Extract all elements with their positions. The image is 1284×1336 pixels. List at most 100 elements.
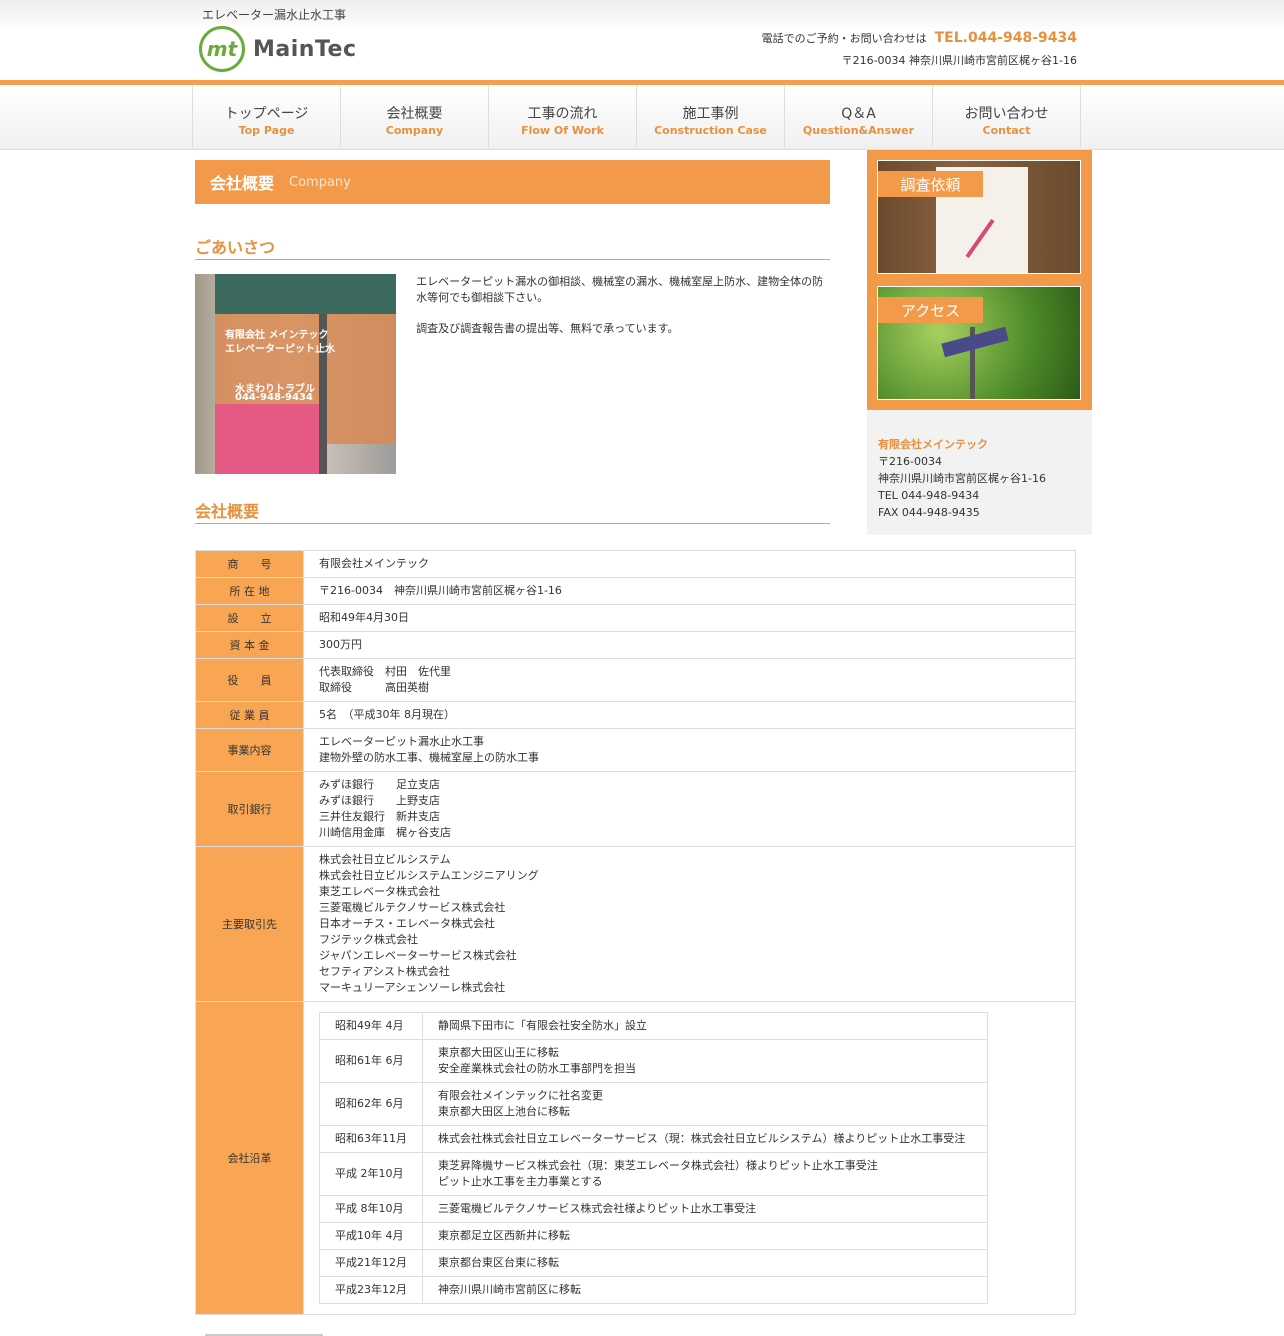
photo-sign-text: 有限会社 メインテック xyxy=(225,330,329,341)
history-line: 東京都大田区上池台に移転 xyxy=(438,1105,570,1118)
client-line: 株式会社日立ビルシステム xyxy=(319,853,451,866)
site-tagline: エレベーター漏水止水工事 xyxy=(202,8,347,22)
sidebar-fax: FAX 044-948-9435 xyxy=(878,506,980,519)
bank-line: 三井住友銀行 新井支店 xyxy=(319,810,440,823)
nav-item-contact[interactable]: お問い合わせ Contact xyxy=(933,85,1081,147)
nav-item-qa[interactable]: Q＆A Question&Answer xyxy=(785,85,933,147)
profile-section: 会社概要 xyxy=(195,498,830,524)
page-title-en: Company xyxy=(289,174,351,190)
row-value: 〒216-0034 神奈川県川崎市宮前区梶ヶ谷1-16 xyxy=(303,577,1076,605)
history-row: 昭和63年11月 株式会社株式会社日立エレベーターサービス（現：株式会社日立ビルシ… xyxy=(319,1125,988,1153)
profile-heading: 会社概要 xyxy=(195,498,830,524)
table-row: 取引銀行 みずほ銀行 足立支店 みずほ銀行 上野支店 三井住友銀行 新井支店 川… xyxy=(195,771,1076,847)
nav-label-jp: トップページ xyxy=(224,106,309,122)
row-value: 株式会社日立ビルシステム 株式会社日立ビルシステムエンジニアリング 東芝エレベー… xyxy=(303,846,1076,1002)
bank-line: 川崎信用金庫 梶ヶ谷支店 xyxy=(319,826,451,839)
client-line: 東芝エレベータ株式会社 xyxy=(319,885,440,898)
sidebar: 調査依頼 アクセス 有限会社メインテック 〒216-0034 神奈川県川崎市宮前… xyxy=(867,150,1092,535)
sidebar-company-name: 有限会社メインテック xyxy=(878,438,988,451)
client-line: 三菱電機ビルテクノサービス株式会社 xyxy=(319,901,506,914)
sidebar-address: 神奈川県川崎市宮前区梶ヶ谷1-16 xyxy=(878,472,1046,485)
site-logo[interactable]: mt MainTec xyxy=(199,26,357,72)
table-row: 設 立 昭和49年4月30日 xyxy=(195,604,1076,632)
client-line: マーキュリーアシェンソーレ株式会社 xyxy=(319,981,506,994)
history-line: 株式会社株式会社日立エレベーターサービス（現：株式会社日立ビルシステム）様よりピ… xyxy=(438,1132,966,1145)
history-desc: 株式会社株式会社日立エレベーターサービス（現：株式会社日立ビルシステム）様よりピ… xyxy=(422,1125,988,1153)
history-line: 静岡県下田市に「有限会社安全防水」設立 xyxy=(438,1019,647,1032)
storefront-photo: 有限会社 メインテック エレベーターピット止水 水まわりトラブル 044-948… xyxy=(195,274,397,474)
sidebar-tel: TEL 044-948-9434 xyxy=(878,489,980,502)
history-row: 平成21年12月 東京都台東区台東に移転 xyxy=(319,1249,988,1277)
client-line: 日本オーチス・エレベータ株式会社 xyxy=(319,917,495,930)
row-value: 5名 （平成30年 8月現在） xyxy=(303,701,1076,729)
nav-item-flow[interactable]: 工事の流れ Flow Of Work xyxy=(489,85,637,147)
nav-item-cases[interactable]: 施工事例 Construction Case xyxy=(637,85,785,147)
sidebar-banners: 調査依頼 アクセス xyxy=(867,150,1092,410)
nav-label-jp: 会社概要 xyxy=(386,106,443,122)
row-label: 取引銀行 xyxy=(195,771,304,847)
history-date: 昭和63年11月 xyxy=(319,1125,423,1153)
client-line: フジテック株式会社 xyxy=(319,933,418,946)
history-date: 昭和49年 4月 xyxy=(319,1012,423,1040)
client-line: セフティアシスト株式会社 xyxy=(319,965,450,978)
page-title-jp: 会社概要 xyxy=(210,174,275,193)
table-row: 主要取引先 株式会社日立ビルシステム 株式会社日立ビルシステムエンジニアリング … xyxy=(195,846,1076,1002)
history-desc: 静岡県下田市に「有限会社安全防水」設立 xyxy=(422,1012,988,1040)
survey-request-banner[interactable]: 調査依頼 xyxy=(877,160,1081,274)
access-banner[interactable]: アクセス xyxy=(877,286,1081,400)
history-date: 平成 2年10月 xyxy=(319,1152,423,1196)
history-desc: 有限会社メインテックに社名変更 東京都大田区上池台に移転 xyxy=(422,1082,988,1126)
bank-line: みずほ銀行 足立支店 xyxy=(319,778,440,791)
row-label: 設 立 xyxy=(195,604,304,632)
history-line: ピット止水工事を主力事業とする xyxy=(438,1175,603,1188)
officer-line: 取締役 高田英樹 xyxy=(319,681,429,694)
signboard-shape xyxy=(941,326,1009,358)
nav-label-jp: お問い合わせ xyxy=(964,106,1049,122)
history-desc: 東京都足立区西新井に移転 xyxy=(422,1222,988,1250)
row-label: 事業内容 xyxy=(195,728,304,772)
table-row: 会社沿革 昭和49年 4月 静岡県下田市に「有限会社安全防水」設立 昭和61年 6… xyxy=(195,1001,1076,1315)
nav-label-en: Top Page xyxy=(238,124,295,137)
site-header: エレベーター漏水止水工事 mt MainTec 電話でのご予約・お問い合わせは T… xyxy=(0,0,1284,80)
history-date: 昭和61年 6月 xyxy=(319,1039,423,1083)
client-line: ジャパンエレベーターサービス株式会社 xyxy=(319,949,517,962)
greeting-text: エレベーターピット漏水の御相談、機械室の漏水、機械室屋上防水、建物全体の防水等何… xyxy=(416,274,830,474)
sidebar-company-info: 有限会社メインテック 〒216-0034 神奈川県川崎市宮前区梶ヶ谷1-16 T… xyxy=(867,410,1092,535)
company-profile-table: 商 号 有限会社メインテック 所 在 地 〒216-0034 神奈川県川崎市宮前… xyxy=(195,550,1076,1315)
history-row: 平成 2年10月 東芝昇降機サービス株式会社（現：東芝エレベータ株式会社）様よりピ… xyxy=(319,1152,988,1196)
nav-item-company[interactable]: 会社概要 Company xyxy=(341,85,489,147)
table-row: 所 在 地 〒216-0034 神奈川県川崎市宮前区梶ヶ谷1-16 xyxy=(195,577,1076,605)
history-row: 平成23年12月 神奈川県川崎市宮前区に移転 xyxy=(319,1276,988,1304)
greeting-section: 有限会社 メインテック エレベーターピット止水 水まわりトラブル 044-948… xyxy=(195,274,830,474)
pink-panel-shape xyxy=(215,404,320,474)
history-desc: 東京都大田区山王に移転安全産業株式会社の防水工事部門を担当 xyxy=(422,1039,988,1083)
history-line: 神奈川県川崎市宮前区に移転 xyxy=(438,1283,581,1296)
greeting-paragraph: エレベーターピット漏水の御相談、機械室の漏水、機械室屋上防水、建物全体の防水等何… xyxy=(416,275,824,304)
history-desc: 東京都台東区台東に移転 xyxy=(422,1249,988,1277)
business-line: 建物外壁の防水工事、機械室屋上の防水工事 xyxy=(319,751,539,764)
header-contact: 電話でのご予約・お問い合わせは TEL.044-948-9434 〒216-003… xyxy=(762,30,1077,68)
banner-label: 調査依頼 xyxy=(878,171,983,197)
table-row: 従 業 員 5名 （平成30年 8月現在） xyxy=(195,701,1076,729)
officer-line: 代表取締役 村田 佐代里 xyxy=(319,665,451,678)
nav-item-top[interactable]: トップページ Top Page xyxy=(193,85,341,147)
header-tel-link[interactable]: TEL.044-948-9434 xyxy=(935,30,1077,46)
row-value: 昭和49年 4月 静岡県下田市に「有限会社安全防水」設立 昭和61年 6月 東京都大… xyxy=(303,1001,1076,1315)
row-label: 役 員 xyxy=(195,658,304,702)
nav-label-en: Flow Of Work xyxy=(521,124,604,137)
nav-label-en: Question&Answer xyxy=(802,124,915,137)
row-value: 代表取締役 村田 佐代里 取締役 高田英樹 xyxy=(303,658,1076,702)
table-row: 事業内容 エレベーターピット漏水止水工事 建物外壁の防水工事、機械室屋上の防水工… xyxy=(195,728,1076,772)
row-label: 主要取引先 xyxy=(195,846,304,1002)
history-row: 昭和62年 6月 有限会社メインテックに社名変更 東京都大田区上池台に移転 xyxy=(319,1082,988,1126)
nav-label-en: Construction Case xyxy=(654,124,767,137)
row-label: 会社沿革 xyxy=(195,1001,304,1315)
history-desc: 神奈川県川崎市宮前区に移転 xyxy=(422,1276,988,1304)
row-value: 有限会社メインテック xyxy=(303,550,1076,578)
history-line: 安全産業株式会社の防水工事部門を担当 xyxy=(438,1062,636,1075)
history-row: 昭和61年 6月 東京都大田区山王に移転 安全産業株式会社の防水工事部門を担当 xyxy=(319,1039,988,1083)
history-line: 東芝昇降機サービス株式会社（現：東芝エレベータ株式会社）様よりピット止水工事受注 xyxy=(438,1159,878,1172)
main-content: 会社概要 Company ごあいさつ 有限会社 メインテック エレベーターピット… xyxy=(195,160,830,474)
row-value: 300万円 xyxy=(303,631,1076,659)
history-line: 東京都大田区山王に移転 xyxy=(438,1046,559,1059)
